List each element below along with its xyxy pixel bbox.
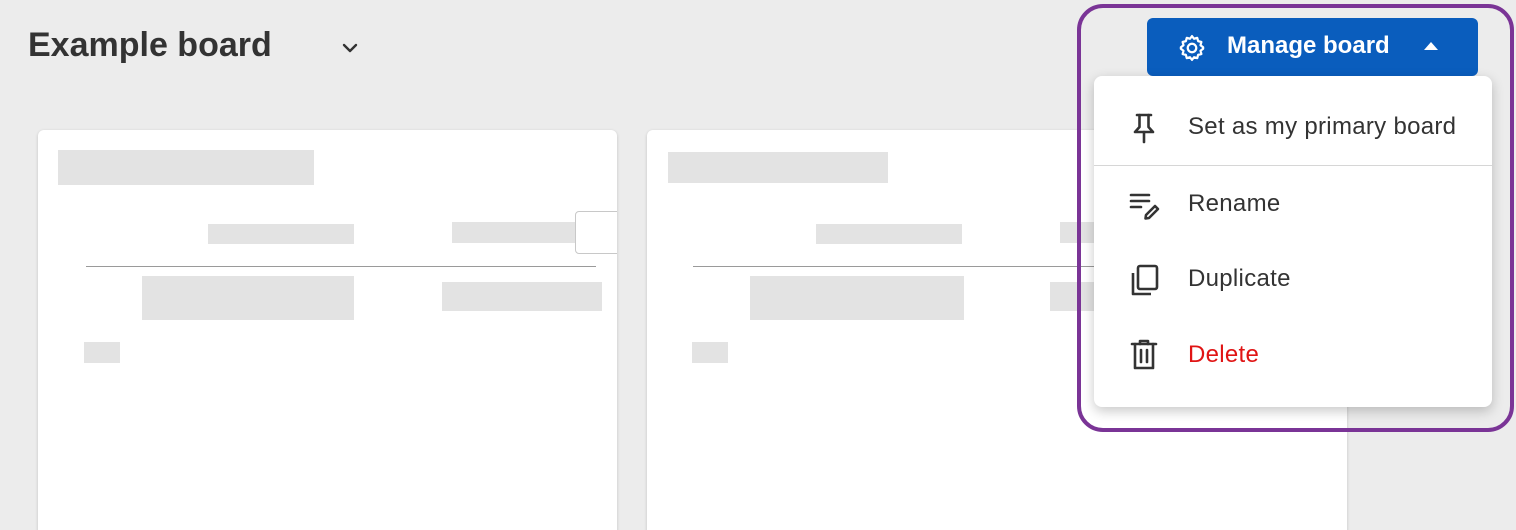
manage-board-menu: Set as my primary board Rename Duplicate… — [1094, 76, 1492, 407]
skeleton-footer — [692, 342, 728, 363]
manage-board-label: Manage board — [1227, 32, 1390, 59]
menu-item-delete[interactable]: Delete — [1094, 320, 1492, 390]
skeleton-cell — [442, 282, 602, 311]
board-title: Example board — [28, 26, 272, 64]
manage-board-button[interactable]: Manage board — [1147, 18, 1478, 76]
rename-icon — [1129, 193, 1160, 220]
caret-up-icon — [1424, 42, 1438, 50]
skeleton-cell — [750, 276, 964, 320]
menu-item-label: Set as my primary board — [1188, 113, 1457, 140]
duplicate-icon — [1131, 264, 1159, 296]
chevron-down-icon[interactable] — [338, 36, 362, 60]
skeleton-input — [575, 211, 617, 254]
skeleton-column-header — [208, 224, 354, 244]
menu-divider — [1094, 165, 1492, 166]
menu-item-label: Delete — [1188, 341, 1260, 368]
skeleton-title — [58, 150, 314, 185]
skeleton-cell — [142, 276, 354, 320]
divider — [86, 266, 596, 267]
skeleton-footer — [84, 342, 120, 363]
skeleton-title — [668, 152, 888, 183]
menu-item-rename[interactable]: Rename — [1094, 169, 1492, 239]
skeleton-column-header — [816, 224, 962, 244]
menu-item-label: Rename — [1188, 190, 1281, 217]
trash-icon — [1130, 339, 1158, 370]
widget-card — [38, 130, 617, 530]
menu-item-label: Duplicate — [1188, 265, 1291, 292]
page: Example board Manage board Set as my pri… — [0, 0, 1516, 530]
menu-item-duplicate[interactable]: Duplicate — [1094, 244, 1492, 314]
pin-icon — [1133, 113, 1155, 144]
gear-icon — [1179, 35, 1205, 61]
menu-item-set-primary[interactable]: Set as my primary board — [1094, 92, 1492, 162]
